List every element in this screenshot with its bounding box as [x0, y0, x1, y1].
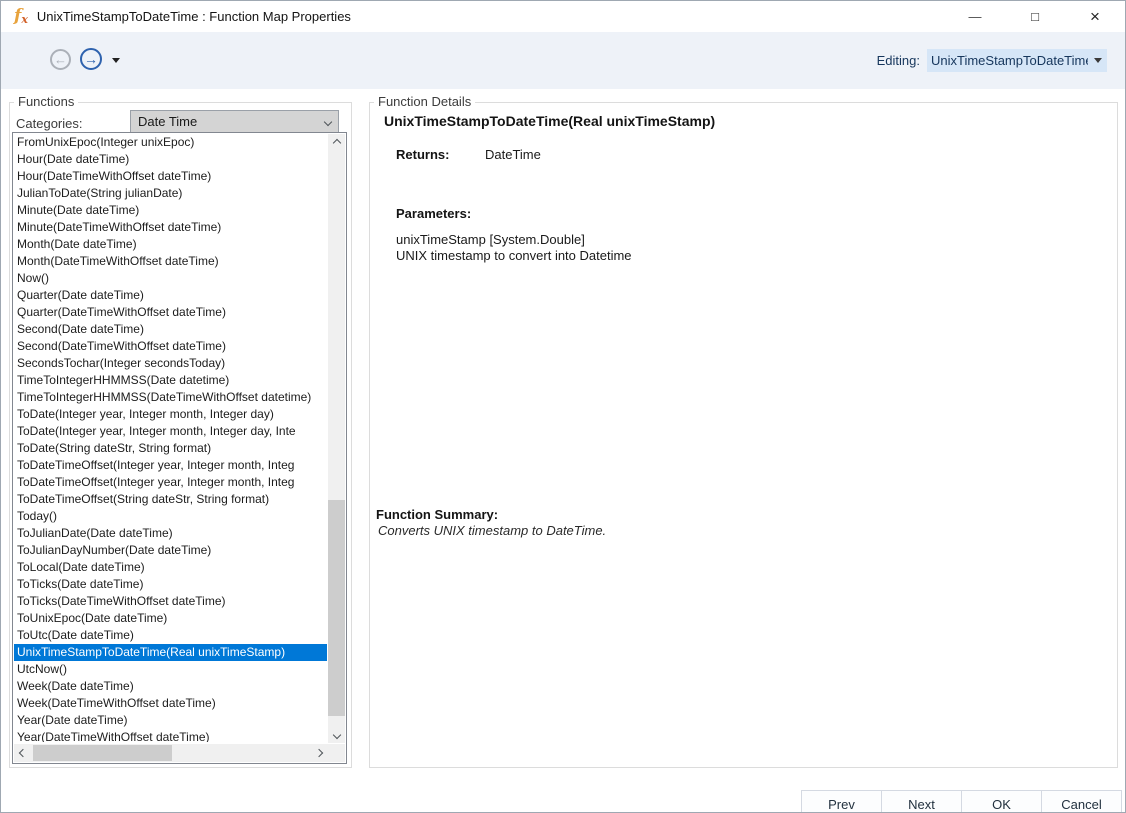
vertical-scrollbar-thumb[interactable] [328, 500, 345, 716]
scroll-up-button[interactable] [328, 134, 345, 151]
dialog-window: fx UnixTimeStampToDateTime : Function Ma… [0, 0, 1126, 813]
parameters-label: Parameters: [396, 206, 471, 221]
maximize-button[interactable]: □ [1005, 1, 1065, 32]
list-item[interactable]: ToDate(Integer year, Integer month, Inte… [14, 406, 327, 423]
categories-value: Date Time [138, 114, 197, 129]
scroll-down-button[interactable] [328, 726, 345, 743]
list-item[interactable]: JulianToDate(String julianDate) [14, 185, 327, 202]
list-item[interactable]: UnixTimeStampToDateTime(Real unixTimeSta… [14, 644, 327, 661]
list-item[interactable]: Now() [14, 270, 327, 287]
categories-combobox[interactable]: Date Time [130, 110, 339, 133]
function-summary-label: Function Summary: [376, 507, 498, 522]
returns-value: DateTime [485, 147, 541, 162]
back-button[interactable]: ← [50, 49, 71, 70]
cancel-button[interactable]: Cancel [1041, 790, 1122, 813]
list-item[interactable]: ToLocal(Date dateTime) [14, 559, 327, 576]
list-item[interactable]: SecondsTochar(Integer secondsToday) [14, 355, 327, 372]
editing-value: UnixTimeStampToDateTime [931, 53, 1088, 68]
vertical-scrollbar[interactable] [328, 134, 345, 743]
list-item[interactable]: Hour(Date dateTime) [14, 151, 327, 168]
list-item[interactable]: Week(DateTimeWithOffset dateTime) [14, 695, 327, 712]
forward-dropdown-caret-icon[interactable] [112, 58, 120, 63]
function-listbox: FromUnixEpoc(Integer unixEpoc)Hour(Date … [12, 132, 347, 764]
returns-label: Returns: [396, 147, 485, 162]
parameter-name: unixTimeStamp [System.Double] [396, 232, 585, 247]
chevron-down-icon [324, 117, 332, 125]
list-item[interactable]: ToUtc(Date dateTime) [14, 627, 327, 644]
list-item[interactable]: Second(DateTimeWithOffset dateTime) [14, 338, 327, 355]
list-item[interactable]: ToJulianDate(Date dateTime) [14, 525, 327, 542]
back-arrow-icon: ← [54, 53, 67, 66]
chevron-up-icon [332, 138, 340, 146]
function-list-items: FromUnixEpoc(Integer unixEpoc)Hour(Date … [14, 134, 327, 742]
chevron-right-icon [314, 749, 322, 757]
forward-arrow-icon: → [84, 52, 98, 66]
list-item[interactable]: Month(Date dateTime) [14, 236, 327, 253]
list-item[interactable]: ToUnixEpoc(Date dateTime) [14, 610, 327, 627]
list-item[interactable]: Today() [14, 508, 327, 525]
chevron-down-icon [1094, 58, 1102, 63]
editing-combobox[interactable]: UnixTimeStampToDateTime [927, 49, 1107, 72]
editing-label: Editing: [877, 53, 920, 68]
editing-section: Editing: UnixTimeStampToDateTime [877, 49, 1107, 72]
list-item[interactable]: Week(Date dateTime) [14, 678, 327, 695]
horizontal-scrollbar-thumb[interactable] [33, 745, 172, 761]
function-summary-text: Converts UNIX timestamp to DateTime. [378, 523, 606, 538]
list-item[interactable]: Quarter(Date dateTime) [14, 287, 327, 304]
function-details-groupbox: Function Details UnixTimeStampToDateTime… [369, 102, 1118, 768]
categories-label: Categories: [16, 116, 82, 131]
toolbar: ← → Editing: UnixTimeStampToDateTime [1, 32, 1125, 89]
list-item[interactable]: TimeToIntegerHHMMSS(Date datetime) [14, 372, 327, 389]
minimize-icon: — [969, 9, 982, 24]
list-item[interactable]: Minute(DateTimeWithOffset dateTime) [14, 219, 327, 236]
close-icon: × [1090, 7, 1100, 27]
list-item[interactable]: Year(Date dateTime) [14, 712, 327, 729]
list-item[interactable]: Quarter(DateTimeWithOffset dateTime) [14, 304, 327, 321]
list-item[interactable]: Hour(DateTimeWithOffset dateTime) [14, 168, 327, 185]
list-item[interactable]: ToDate(String dateStr, String format) [14, 440, 327, 457]
list-item[interactable]: ToDate(Integer year, Integer month, Inte… [14, 423, 327, 440]
function-signature: UnixTimeStampToDateTime(Real unixTimeSta… [384, 113, 715, 129]
parameter-description: UNIX timestamp to convert into Datetime [396, 248, 632, 263]
list-item[interactable]: ToTicks(DateTimeWithOffset dateTime) [14, 593, 327, 610]
window-title: UnixTimeStampToDateTime : Function Map P… [37, 9, 351, 24]
minimize-button[interactable]: — [945, 1, 1005, 32]
prev-button[interactable]: Prev [801, 790, 882, 813]
list-item[interactable]: ToDateTimeOffset(String dateStr, String … [14, 491, 327, 508]
functions-groupbox: Functions Categories: Date Time FromUnix… [9, 102, 352, 768]
function-details-legend: Function Details [374, 94, 475, 109]
forward-button[interactable]: → [80, 48, 102, 70]
scroll-right-button[interactable] [310, 744, 327, 762]
list-item[interactable]: Second(Date dateTime) [14, 321, 327, 338]
list-item[interactable]: ToDateTimeOffset(Integer year, Integer m… [14, 474, 327, 491]
list-item[interactable]: ToTicks(Date dateTime) [14, 576, 327, 593]
functions-legend: Functions [14, 94, 78, 109]
ok-button[interactable]: OK [961, 790, 1042, 813]
chevron-left-icon [18, 749, 26, 757]
next-button[interactable]: Next [881, 790, 962, 813]
list-item[interactable]: ToDateTimeOffset(Integer year, Integer m… [14, 457, 327, 474]
title-bar: fx UnixTimeStampToDateTime : Function Ma… [1, 1, 1125, 32]
list-item[interactable]: FromUnixEpoc(Integer unixEpoc) [14, 134, 327, 151]
horizontal-scrollbar[interactable] [14, 744, 345, 762]
function-fx-icon: fx [14, 8, 28, 25]
scroll-left-button[interactable] [14, 744, 31, 762]
list-item[interactable]: Year(DateTimeWithOffset dateTime) [14, 729, 327, 742]
maximize-icon: □ [1031, 9, 1039, 24]
close-button[interactable]: × [1065, 1, 1125, 32]
list-item[interactable]: UtcNow() [14, 661, 327, 678]
chevron-down-icon [332, 730, 340, 738]
window-controls: — □ × [945, 1, 1125, 32]
returns-row: Returns:DateTime [396, 147, 541, 162]
list-item[interactable]: Minute(Date dateTime) [14, 202, 327, 219]
list-item[interactable]: TimeToIntegerHHMMSS(DateTimeWithOffset d… [14, 389, 327, 406]
list-item[interactable]: ToJulianDayNumber(Date dateTime) [14, 542, 327, 559]
list-item[interactable]: Month(DateTimeWithOffset dateTime) [14, 253, 327, 270]
